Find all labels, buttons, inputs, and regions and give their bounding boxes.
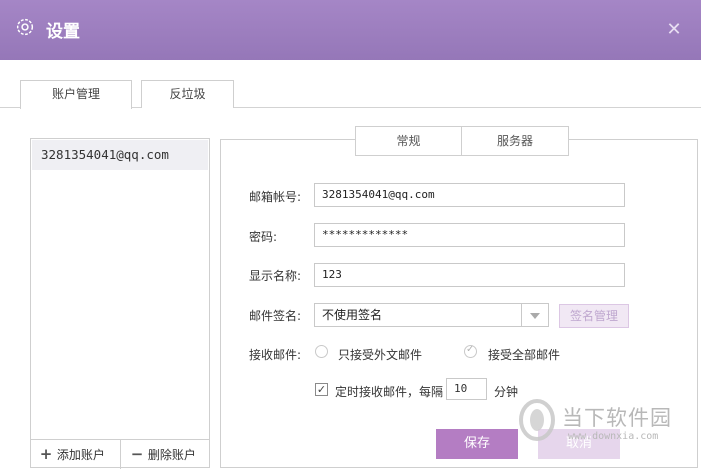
radio-receive-all[interactable] [464, 344, 477, 358]
minus-icon: − [130, 445, 144, 463]
watermark-name: 当下软件园 [562, 406, 672, 430]
email-label: 邮箱帐号: [249, 190, 302, 204]
gear-icon [16, 18, 34, 36]
watermark-logo-icon [519, 399, 555, 441]
delete-account-button[interactable]: − 删除账户 [130, 440, 196, 469]
close-icon: ✕ [666, 19, 682, 40]
signature-select[interactable]: 不使用签名 [314, 303, 549, 327]
plus-icon: + [39, 445, 53, 463]
password-field[interactable]: ************* [314, 223, 625, 247]
account-list-panel: 3281354041@qq.com + 添加账户 − 删除账户 [30, 138, 210, 469]
account-button-bar: + 添加账户 − 删除账户 [31, 439, 209, 469]
schedule-label: 定时接收邮件，每隔 [335, 385, 444, 399]
radio-external-only[interactable] [315, 345, 328, 358]
add-account-button[interactable]: + 添加账户 [39, 440, 105, 469]
display-name-field[interactable]: 123 [314, 263, 625, 287]
save-button[interactable]: 保存 [436, 429, 518, 459]
list-item[interactable]: 3281354041@qq.com [32, 140, 208, 170]
signature-label: 邮件签名: [249, 309, 302, 323]
password-label: 密码: [249, 230, 278, 244]
interval-field[interactable]: 10 [446, 378, 487, 400]
watermark-url: www.downxia.com [568, 431, 659, 442]
signature-manage-button[interactable]: 签名管理 [559, 304, 629, 328]
tab-account-management[interactable]: 账户管理 [20, 80, 132, 109]
schedule-checkbox[interactable]: ✓ [315, 383, 328, 396]
chevron-down-icon [521, 304, 548, 326]
account-email: 3281354041@qq.com [41, 147, 169, 162]
window-title: 设置 [46, 22, 80, 42]
tab-server[interactable]: 服务器 [461, 126, 569, 156]
title-bar: 设置 ✕ [0, 0, 701, 60]
button-divider [120, 440, 121, 469]
close-button[interactable]: ✕ [664, 20, 684, 40]
display-name-label: 显示名称: [249, 269, 302, 283]
email-field[interactable]: 3281354041@qq.com [314, 183, 625, 207]
interval-unit: 分钟 [494, 385, 519, 399]
receive-label: 接收邮件: [249, 348, 302, 362]
radio-external-only-label: 只接受外文邮件 [338, 348, 423, 362]
tab-general[interactable]: 常规 [355, 126, 462, 156]
tab-anti-spam[interactable]: 反垃圾 [141, 80, 234, 108]
radio-receive-all-label: 接受全部邮件 [488, 348, 561, 362]
